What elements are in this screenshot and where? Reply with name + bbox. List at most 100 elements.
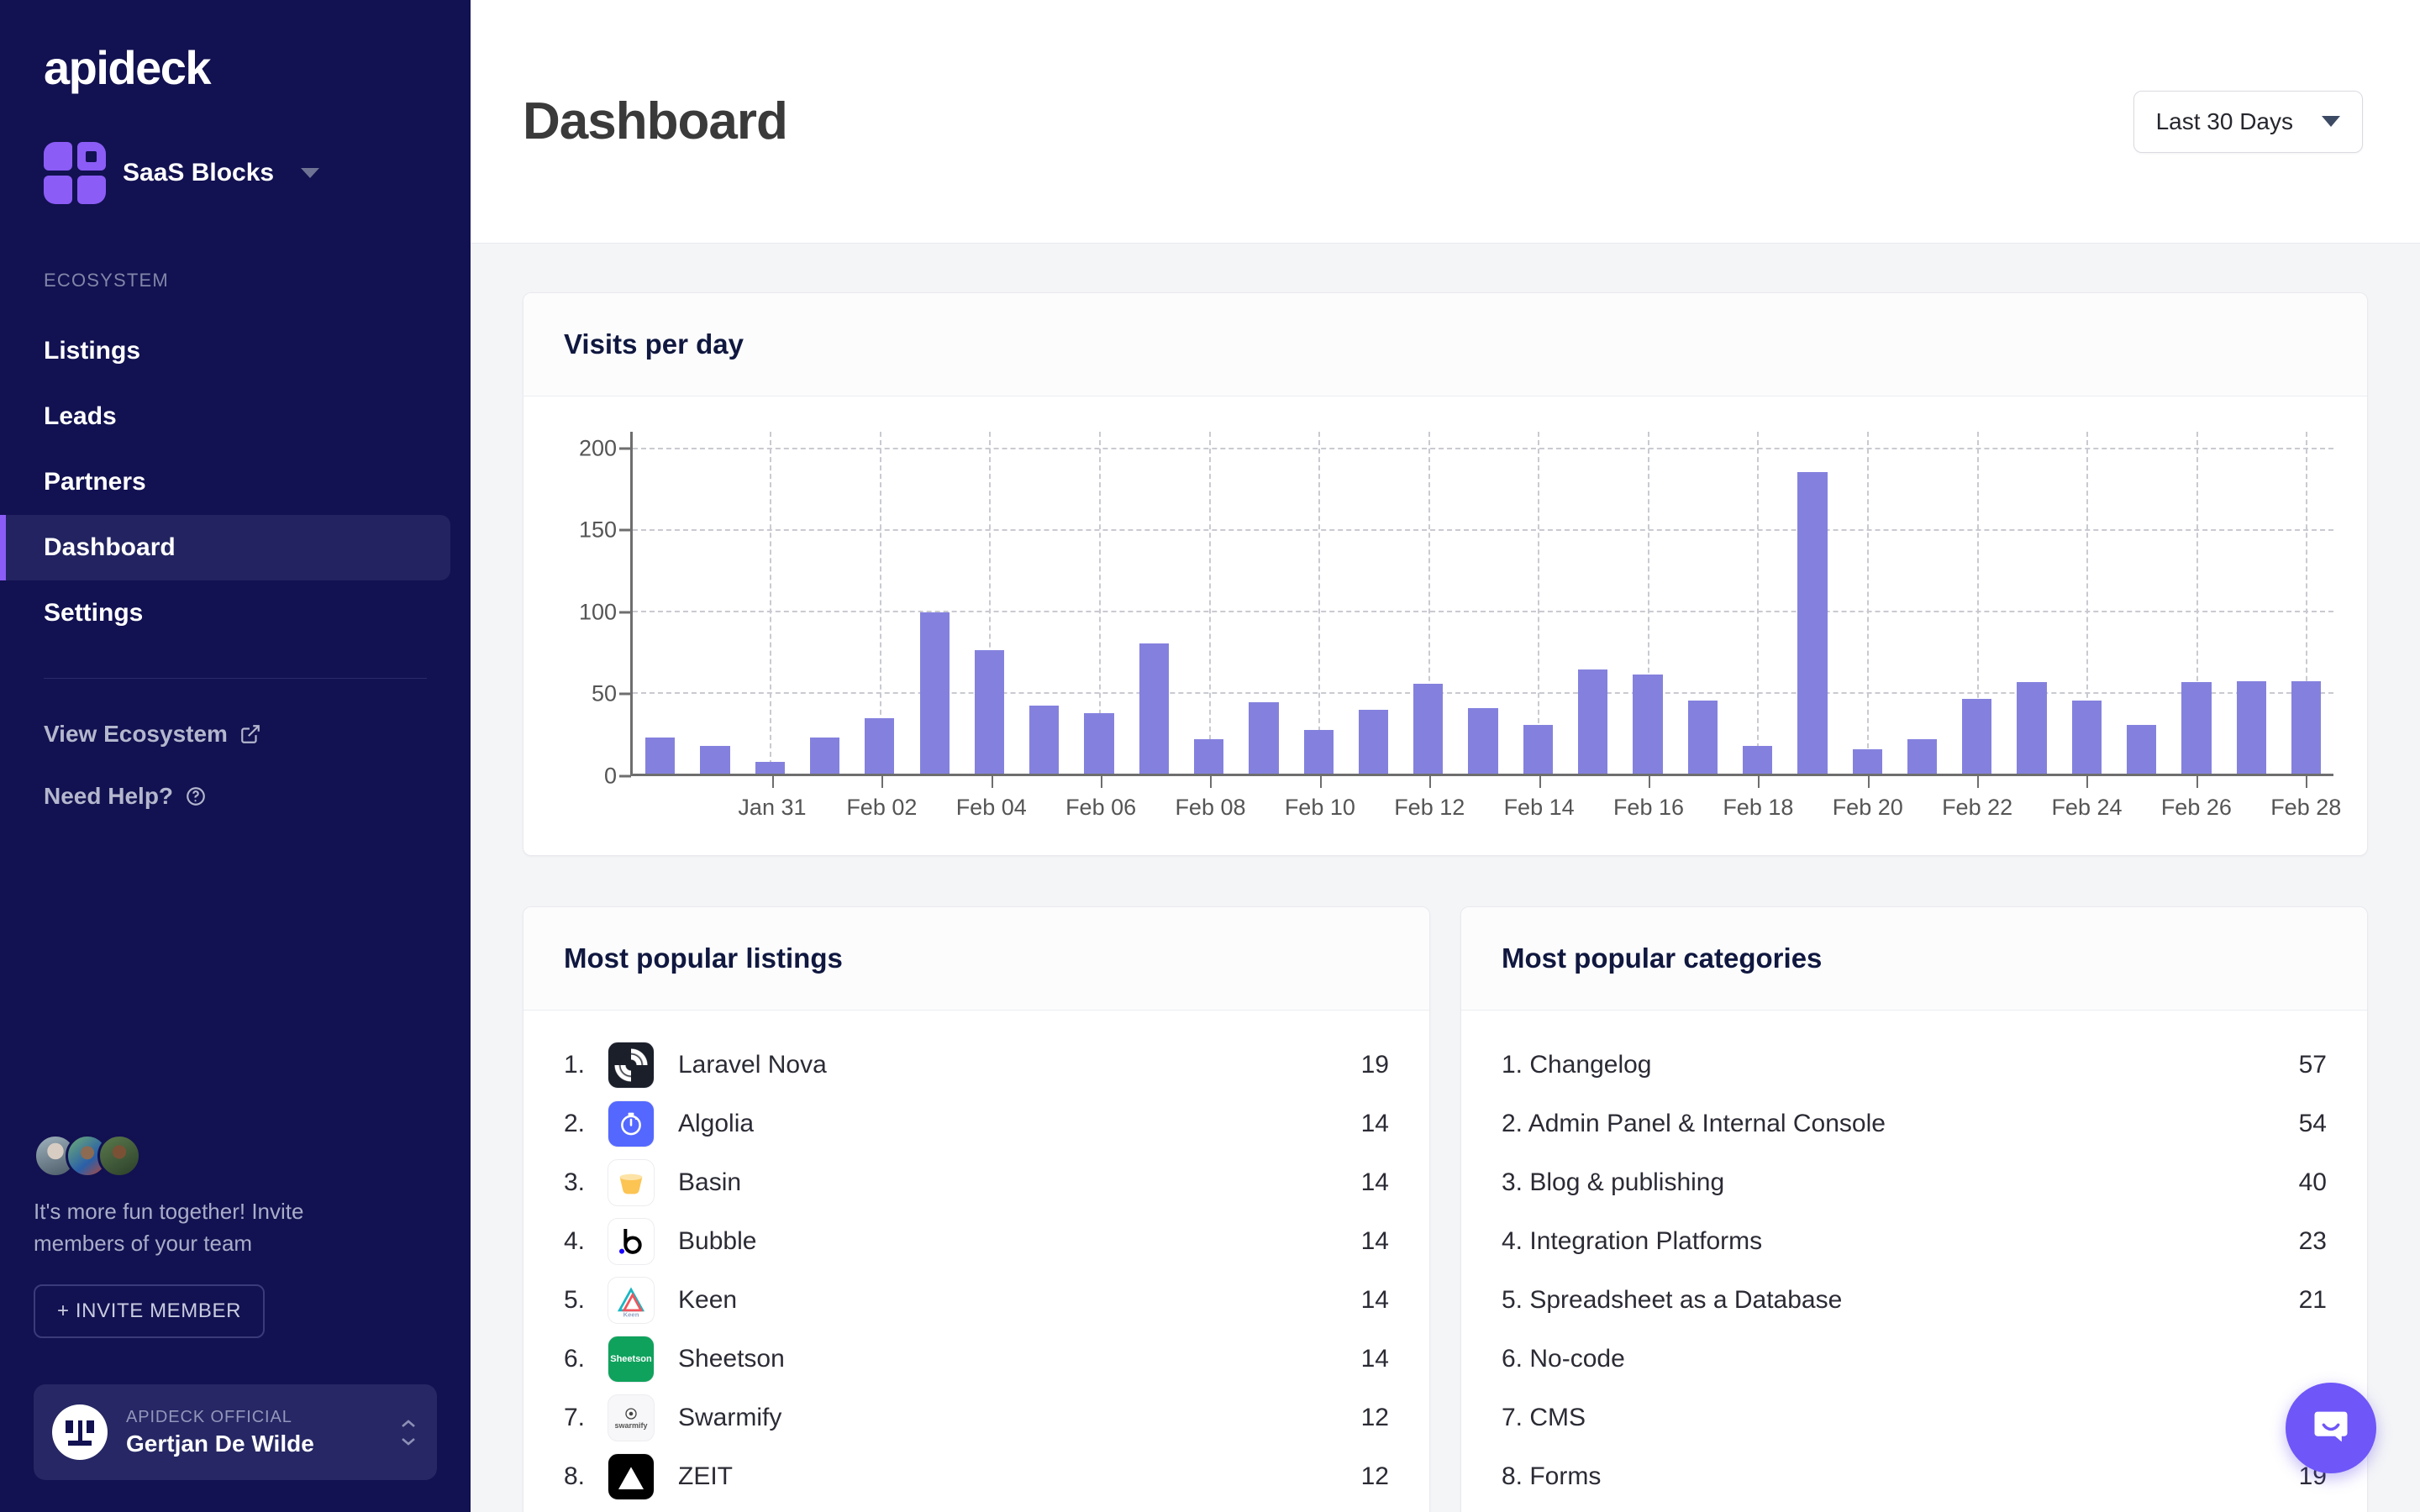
bar[interactable] [2072,701,2102,774]
bar-slot[interactable] [687,432,742,774]
bar[interactable] [1797,472,1827,774]
view-ecosystem-link[interactable]: View Ecosystem [0,721,471,748]
bar-slot[interactable] [1181,432,1236,774]
bar[interactable] [2127,725,2156,774]
list-item[interactable]: 2.Algolia14 [564,1095,1389,1153]
bar[interactable] [1688,701,1718,774]
bar[interactable] [1962,699,1991,774]
chevron-up-down-icon[interactable] [398,1418,418,1447]
bar[interactable] [920,612,950,774]
bar-slot[interactable] [797,432,852,774]
list-item[interactable]: 7.swarmifySwarmify12 [564,1389,1389,1447]
x-axis-tick-label: Feb 20 [1833,795,1903,821]
bar-slot[interactable] [2004,432,2059,774]
need-help-link[interactable]: Need Help? [0,783,471,810]
bar[interactable] [1633,675,1662,774]
bar-slot[interactable] [2060,432,2114,774]
bar-slot[interactable] [852,432,907,774]
bar-slot[interactable] [2279,432,2333,774]
bar-slot[interactable] [1895,432,1949,774]
bar-slot[interactable] [1676,432,1730,774]
bar[interactable] [1249,702,1278,774]
listings-list: 1.Laravel Nova192.Algolia143.Basin144.Bu… [523,1011,1429,1512]
list-item[interactable]: 8. Forms19 [1502,1447,2327,1506]
bar-slot[interactable] [1949,432,2004,774]
sidebar-item-leads[interactable]: Leads [0,384,471,449]
list-item[interactable]: 5. Spreadsheet as a Database21 [1502,1271,2327,1330]
sidebar-item-settings[interactable]: Settings [0,580,471,646]
list-item[interactable]: 6. No-code [1502,1330,2327,1389]
brand-logo: apideck [0,0,471,95]
list-item[interactable]: 6.SheetsonSheetson14 [564,1330,1389,1389]
list-item[interactable]: 2. Admin Panel & Internal Console54 [1502,1095,2327,1153]
bar-slot[interactable] [1455,432,1510,774]
bar[interactable] [2291,681,2321,774]
bar[interactable] [1084,713,1113,774]
bar-slot[interactable] [1401,432,1455,774]
bar[interactable] [1139,643,1169,774]
bar[interactable] [1413,684,1443,774]
bar[interactable] [1194,739,1223,774]
bar[interactable] [1304,730,1334,774]
bar-slot[interactable] [633,432,687,774]
bar[interactable] [2017,682,2046,774]
bar-slot[interactable] [2224,432,2279,774]
sidebar-item-dashboard[interactable]: Dashboard [0,515,450,580]
x-axis-tick-label: Feb 12 [1394,795,1465,821]
bar-slot[interactable] [1346,432,1401,774]
sidebar-divider [44,678,427,679]
list-item[interactable]: 1. Changelog57 [1502,1036,2327,1095]
bar[interactable] [2181,682,2211,774]
bar-slot[interactable] [1071,432,1126,774]
org-switcher[interactable]: SaaS Blocks [0,95,471,204]
date-range-select[interactable]: Last 30 Days [2133,91,2363,153]
bar[interactable] [1468,708,1497,774]
bar[interactable] [2237,681,2266,774]
bar-slot[interactable] [743,432,797,774]
bar-slot[interactable] [1565,432,1620,774]
bar-slot[interactable] [1236,432,1291,774]
bar-slot[interactable] [1292,432,1346,774]
sidebar-item-partners[interactable]: Partners [0,449,471,515]
bar[interactable] [1743,746,1772,774]
bar[interactable] [1853,749,1882,774]
list-item[interactable]: 3. Blog & publishing40 [1502,1153,2327,1212]
sidebar-item-listings[interactable]: Listings [0,318,471,384]
bar-slot[interactable] [1840,432,1895,774]
bar[interactable] [700,746,729,774]
x-axis-slot: Feb 26 [2169,776,2223,832]
bar[interactable] [755,762,785,774]
bar[interactable] [1578,669,1607,774]
bar-slot[interactable] [1730,432,1785,774]
bar-slot[interactable] [2114,432,2169,774]
bar-slot[interactable] [1620,432,1675,774]
bar-slot[interactable] [1785,432,1839,774]
intercom-launcher-button[interactable] [2286,1383,2376,1473]
bar[interactable] [810,738,839,774]
bar-slot[interactable] [2169,432,2223,774]
bar[interactable] [1523,725,1553,774]
bar[interactable] [1359,710,1388,774]
list-item[interactable]: 8.ZEIT12 [564,1447,1389,1506]
list-item[interactable]: 7. CMS [1502,1389,2327,1447]
bar-slot[interactable] [962,432,1017,774]
list-item[interactable]: 4.Bubble14 [564,1212,1389,1271]
bar[interactable] [645,738,675,774]
bar-slot[interactable] [1511,432,1565,774]
bar[interactable] [1907,739,1937,774]
bar-slot[interactable] [907,432,961,774]
card-title: Most popular listings [564,942,1389,974]
list-item[interactable]: 1.Laravel Nova19 [564,1036,1389,1095]
bar[interactable] [975,650,1004,774]
bar[interactable] [1029,706,1059,774]
question-circle-icon [185,785,207,807]
list-item[interactable]: 5.KeenKeen14 [564,1271,1389,1330]
list-item[interactable]: 4. Integration Platforms23 [1502,1212,2327,1271]
bar[interactable] [865,718,894,774]
bar-slot[interactable] [1127,432,1181,774]
y-axis-tick-label: 50 [592,681,617,707]
user-profile-card[interactable]: APIDECK OFFICIAL Gertjan De Wilde [34,1384,437,1480]
bar-slot[interactable] [1017,432,1071,774]
list-item[interactable]: 3.Basin14 [564,1153,1389,1212]
invite-member-button[interactable]: + INVITE MEMBER [34,1284,265,1338]
